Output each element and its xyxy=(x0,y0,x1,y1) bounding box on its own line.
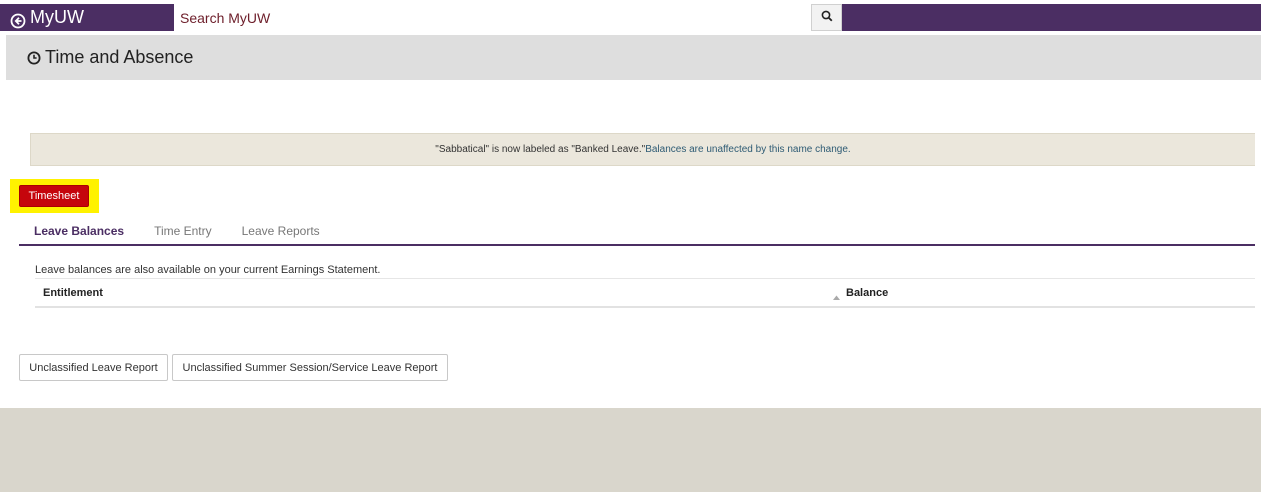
notice-banner: "Sabbatical" is now labeled as "Banked L… xyxy=(30,133,1255,166)
brand-label: MyUW xyxy=(30,7,84,27)
footer-area xyxy=(0,408,1261,492)
myuw-home-link[interactable]: MyUW xyxy=(0,4,126,31)
back-arrow-circle-icon xyxy=(10,10,26,28)
tab-leave-balances[interactable]: Leave Balances xyxy=(19,219,139,244)
leave-balances-note: Leave balances are also available on you… xyxy=(35,264,381,276)
unclassified-summer-session-service-leave-report-button[interactable]: Unclassified Summer Session/Service Leav… xyxy=(172,354,448,381)
notice-quoted-text: "Sabbatical" is now labeled as "Banked L… xyxy=(435,144,646,155)
unclassified-leave-report-button[interactable]: Unclassified Leave Report xyxy=(19,354,168,381)
sort-up-icon xyxy=(833,291,840,300)
tab-leave-reports[interactable]: Leave Reports xyxy=(227,219,335,244)
tab-time-entry[interactable]: Time Entry xyxy=(139,219,227,244)
tab-bar: Leave Balances Time Entry Leave Reports xyxy=(19,219,1255,246)
top-navigation-bar: MyUW xyxy=(0,0,1261,31)
search-button[interactable] xyxy=(811,4,842,31)
column-header-balance-label: Balance xyxy=(846,287,889,299)
column-header-entitlement[interactable]: Entitlement xyxy=(43,287,103,299)
leave-balances-table: Entitlement Balance xyxy=(35,278,1255,308)
timesheet-button[interactable]: Timesheet xyxy=(19,185,89,207)
page-title: Time and Absence xyxy=(45,47,194,67)
search-bar xyxy=(126,4,1261,31)
page-header: Time and Absence xyxy=(6,35,1261,80)
search-input[interactable] xyxy=(174,4,811,31)
clock-icon xyxy=(27,51,41,65)
column-header-balance[interactable]: Balance xyxy=(833,287,889,300)
search-icon xyxy=(821,9,833,27)
notice-rest-text: Balances are unaffected by this name cha… xyxy=(645,144,851,155)
